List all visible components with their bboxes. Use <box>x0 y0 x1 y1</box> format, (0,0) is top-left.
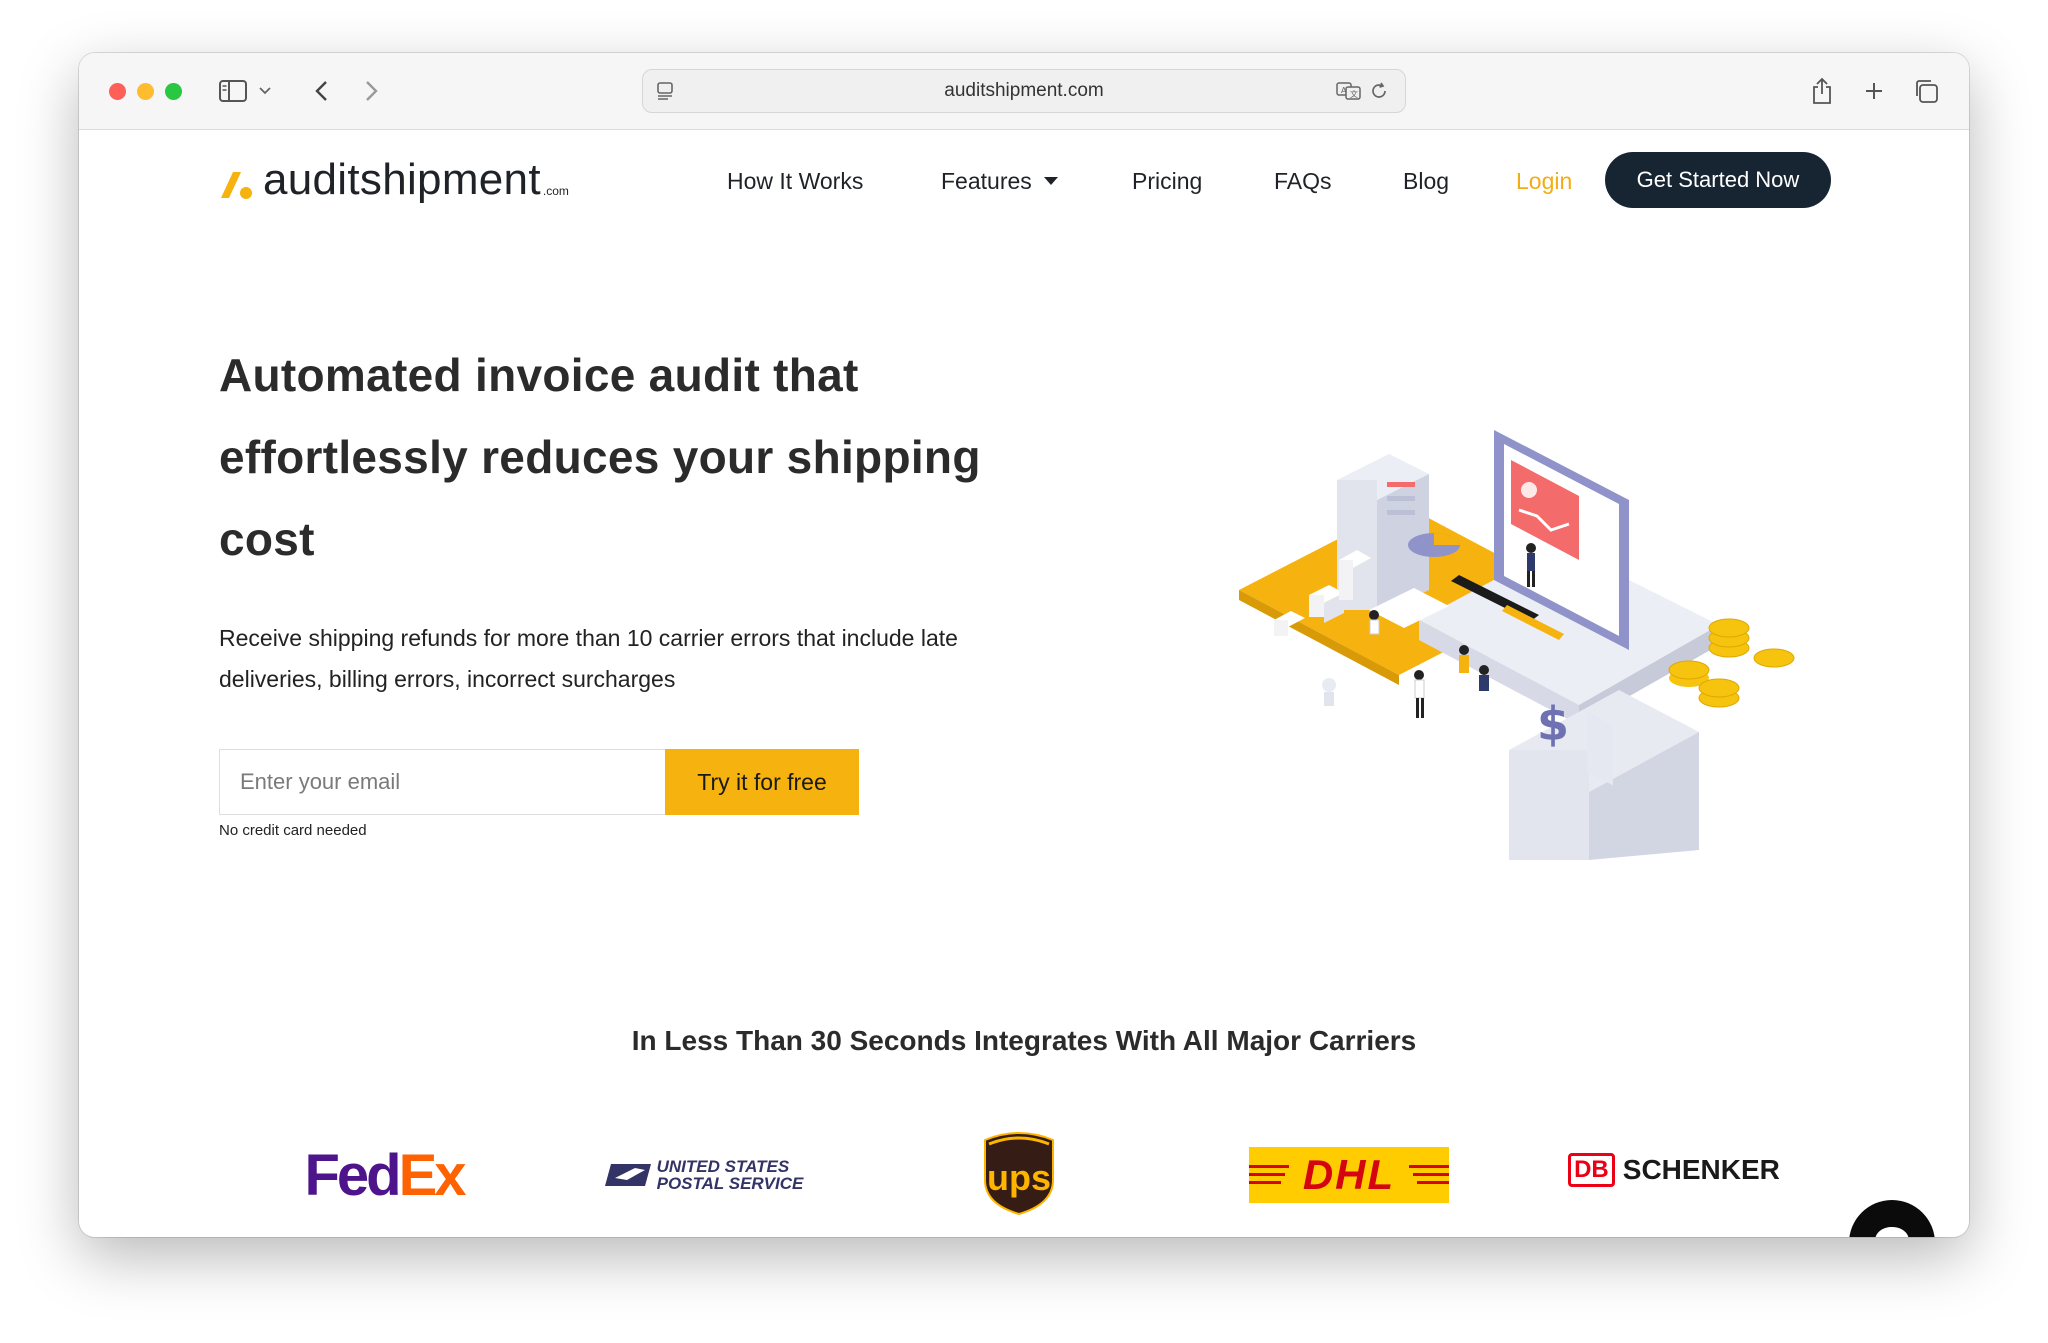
hero-illustration: $ <box>1239 430 1795 860</box>
sidebar-icon[interactable] <box>217 75 249 107</box>
chevron-down-icon[interactable] <box>255 75 275 107</box>
dollar-sign-icon: $ <box>1537 697 1569 751</box>
logo-suffix: .com <box>542 184 569 198</box>
usps-line2: POSTAL SERVICE <box>656 1174 804 1193</box>
hero-title: Automated invoice audit that effortlessl… <box>219 349 981 565</box>
translate-icon[interactable]: A文 <box>1333 75 1365 107</box>
dhl-text: DHL <box>1302 1151 1396 1198</box>
nav-features-label: Features <box>941 168 1032 194</box>
nav-pricing[interactable]: Pricing <box>1132 168 1202 195</box>
address-bar[interactable]: auditshipment.com A文 <box>642 69 1406 113</box>
fedex-part1: Fed <box>304 1142 401 1208</box>
back-arrow-icon[interactable] <box>305 75 337 107</box>
schenker-text: SCHENKER <box>1622 1154 1780 1185</box>
site-logo[interactable]: auditshipment .com <box>219 158 569 202</box>
fedex-logo: Fed Ex <box>289 1140 479 1210</box>
zoom-window-button[interactable] <box>165 83 182 100</box>
browser-window: auditshipment.com A文 auditshipment .com … <box>79 53 1969 1237</box>
nav-faqs[interactable]: FAQs <box>1274 168 1332 195</box>
carriers-title: In Less Than 30 Seconds Integrates With … <box>631 1025 1417 1056</box>
svg-text:A: A <box>1341 86 1347 95</box>
nav-how-it-works[interactable]: How It Works <box>727 168 863 195</box>
ups-logo: ups <box>979 1130 1059 1218</box>
dhl-logo: DHL <box>1249 1147 1449 1203</box>
chat-widget-button[interactable] <box>1849 1200 1935 1237</box>
usps-eagle-icon <box>604 1164 651 1186</box>
plus-icon[interactable] <box>1858 75 1890 107</box>
try-free-button[interactable]: Try it for free <box>665 749 859 815</box>
ups-text: ups <box>986 1157 1051 1198</box>
email-input[interactable] <box>219 749 665 815</box>
page-content: auditshipment .com How It Works Features… <box>79 130 1969 1237</box>
svg-text:文: 文 <box>1350 89 1358 99</box>
no-credit-card-note: No credit card needed <box>219 822 367 839</box>
nav-blog[interactable]: Blog <box>1403 168 1449 195</box>
logo-text: auditshipment <box>263 155 541 204</box>
db-schenker-logo: DB SCHENKER <box>1568 1140 1780 1200</box>
usps-logo: UNITED STATES POSTAL SERVICE <box>604 1140 804 1210</box>
share-icon[interactable] <box>1806 75 1838 107</box>
close-window-button[interactable] <box>109 83 126 100</box>
db-badge: DB <box>1568 1153 1615 1187</box>
tab-overview-icon[interactable] <box>1910 75 1942 107</box>
logo-mark-icon <box>221 172 252 199</box>
fedex-part2: Ex <box>398 1142 467 1208</box>
chat-icon <box>1875 1227 1909 1237</box>
nav-login[interactable]: Login <box>1516 168 1572 195</box>
reload-icon[interactable] <box>1363 75 1395 107</box>
usps-line1: UNITED STATES <box>656 1157 790 1176</box>
url-text: auditshipment.com <box>944 80 1104 101</box>
caret-down-icon <box>1043 177 1058 185</box>
forward-arrow-icon[interactable] <box>356 75 388 107</box>
hero-subtitle: Receive shipping refunds for more than 1… <box>219 625 958 692</box>
nav-features[interactable]: Features <box>941 168 1058 195</box>
get-started-button[interactable]: Get Started Now <box>1605 152 1831 208</box>
browser-toolbar: auditshipment.com A文 <box>79 53 1969 130</box>
minimize-window-button[interactable] <box>137 83 154 100</box>
